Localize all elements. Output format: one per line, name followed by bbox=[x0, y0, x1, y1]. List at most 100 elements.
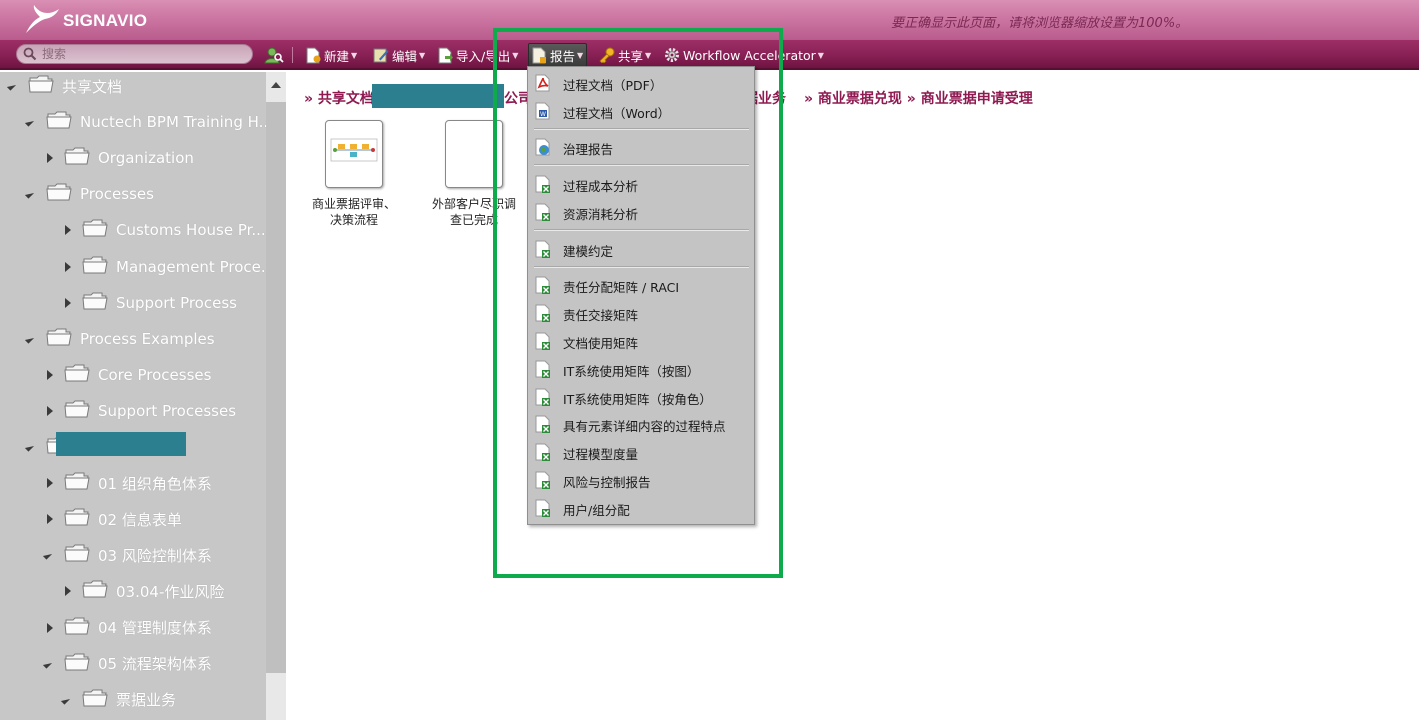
workflow-accelerator-button[interactable]: Workflow Accelerator ▼ bbox=[661, 44, 827, 66]
expanded-arrow-icon[interactable] bbox=[26, 188, 38, 200]
report-menu-item[interactable]: 用户/组分配 bbox=[528, 496, 754, 520]
report-icon bbox=[532, 47, 546, 63]
breadcrumb-separator: » bbox=[906, 91, 916, 107]
document-tile[interactable]: 商业票据评审、 决策流程 bbox=[304, 120, 404, 228]
caption-line: 外部客户尽职调 bbox=[431, 197, 516, 211]
menu-separator bbox=[534, 164, 749, 166]
import-export-icon bbox=[438, 47, 453, 63]
report-menu-item[interactable]: 过程模型度量 bbox=[528, 440, 754, 464]
collapsed-arrow-icon[interactable] bbox=[44, 405, 56, 417]
tree-item[interactable]: 票据业务 bbox=[62, 687, 176, 713]
tree-item[interactable]: Management Proce... bbox=[62, 254, 266, 280]
collapsed-arrow-icon[interactable] bbox=[44, 152, 56, 164]
share-button[interactable]: 共享 ▼ bbox=[596, 44, 654, 66]
folder-icon bbox=[82, 689, 108, 707]
collapsed-arrow-icon[interactable] bbox=[44, 477, 56, 489]
tree-item[interactable]: 04 管理制度体系 bbox=[44, 615, 212, 641]
expanded-arrow-icon[interactable] bbox=[26, 441, 38, 453]
search-input[interactable] bbox=[42, 46, 242, 62]
tree-item[interactable]: 03.04-作业风险 bbox=[62, 578, 224, 604]
tree-item[interactable]: Processes bbox=[26, 181, 154, 207]
tree-item[interactable]: Nuctech BPM Training H... bbox=[26, 109, 266, 135]
folder-icon bbox=[64, 617, 90, 634]
report-menu-item[interactable]: 建模约定 bbox=[528, 237, 754, 261]
document-caption: 商业票据评审、 决策流程 bbox=[304, 196, 404, 228]
excel-icon bbox=[534, 276, 552, 294]
tree-item[interactable]: Support Processes bbox=[44, 398, 236, 424]
report-menu-item[interactable]: IT系统使用矩阵（按角色） bbox=[528, 385, 754, 409]
breadcrumb-item-current[interactable]: 商业票据申请受理 bbox=[921, 91, 1033, 107]
tree-item[interactable]: Core Processes bbox=[44, 362, 211, 388]
svg-text:W: W bbox=[540, 111, 546, 118]
search-box[interactable] bbox=[16, 44, 253, 64]
collapsed-arrow-icon[interactable] bbox=[62, 224, 74, 236]
folder-icon bbox=[64, 471, 90, 495]
tree-item[interactable]: 共享文档 bbox=[8, 73, 122, 99]
scrollbar-thumb[interactable] bbox=[266, 102, 286, 673]
key-icon bbox=[599, 47, 615, 63]
collapsed-arrow-icon[interactable] bbox=[44, 369, 56, 381]
edit-button[interactable]: 编辑 ▼ bbox=[370, 44, 428, 66]
tree-item[interactable]: Organization bbox=[44, 145, 194, 171]
chevron-down-icon: ▼ bbox=[577, 50, 584, 60]
folder-icon bbox=[28, 75, 54, 93]
breadcrumb-item-shared-docs[interactable]: 共享文档 bbox=[318, 91, 374, 107]
collapsed-arrow-icon[interactable] bbox=[44, 622, 56, 634]
collapsed-arrow-icon[interactable] bbox=[62, 585, 74, 597]
breadcrumb-item-redemption[interactable]: 商业票据兑现 bbox=[818, 91, 902, 107]
report-menu-item[interactable]: W 过程文档（Word） bbox=[528, 99, 754, 123]
folder-icon bbox=[46, 182, 72, 206]
breadcrumb-separator: » bbox=[804, 91, 814, 107]
folder-icon bbox=[64, 508, 90, 526]
report-menu-item[interactable]: 具有元素详细内容的过程特点 bbox=[528, 412, 754, 436]
report-menu-item[interactable]: 过程文档（PDF） bbox=[528, 71, 754, 95]
report-menu-item[interactable]: 责任分配矩阵 / RACI bbox=[528, 273, 754, 297]
folder-icon bbox=[82, 291, 108, 315]
app-header: SIGNAVIO 要正确显示此页面，请将浏览器缩放设置为100%。 bbox=[0, 0, 1419, 40]
signavio-logo[interactable]: SIGNAVIO bbox=[24, 3, 147, 35]
import-export-button[interactable]: 导入/导出 ▼ bbox=[435, 44, 521, 66]
report-menu-item[interactable]: 责任交接矩阵 bbox=[528, 301, 754, 325]
tree-item[interactable]: 03 风险控制体系 bbox=[44, 542, 212, 568]
pdf-icon bbox=[534, 74, 552, 92]
zoom-notice: 要正确显示此页面，请将浏览器缩放设置为100%。 bbox=[891, 16, 1189, 31]
expanded-arrow-icon[interactable] bbox=[8, 80, 20, 92]
expanded-arrow-icon[interactable] bbox=[26, 116, 38, 128]
tree-item-label: 05 流程架构体系 bbox=[98, 655, 212, 674]
excel-icon bbox=[534, 415, 552, 433]
report-menu-item[interactable]: 治理报告 bbox=[528, 135, 754, 159]
collapsed-arrow-icon[interactable] bbox=[62, 261, 74, 273]
report-menu-item[interactable]: 资源消耗分析 bbox=[528, 200, 754, 224]
report-button[interactable]: 报告 ▼ bbox=[528, 43, 588, 67]
expanded-arrow-icon[interactable] bbox=[26, 333, 38, 345]
folder-icon bbox=[82, 256, 108, 273]
redaction-block bbox=[56, 432, 186, 456]
tree-item[interactable]: Support Process bbox=[62, 290, 237, 316]
report-menu-item[interactable]: 过程成本分析 bbox=[528, 172, 754, 196]
expanded-arrow-icon[interactable] bbox=[44, 549, 56, 561]
user-search-icon[interactable] bbox=[264, 46, 284, 64]
tree-item[interactable]: 01 组织角色体系 bbox=[44, 470, 212, 496]
folder-icon bbox=[46, 183, 72, 201]
expanded-arrow-icon[interactable] bbox=[44, 658, 56, 670]
report-menu-item[interactable]: 文档使用矩阵 bbox=[528, 329, 754, 353]
sidebar-scrollbar[interactable] bbox=[266, 72, 286, 720]
document-tile[interactable]: 外部客户尽职调 查已完成 bbox=[424, 120, 524, 228]
collapsed-arrow-icon[interactable] bbox=[62, 297, 74, 309]
new-button[interactable]: 新建 ▼ bbox=[303, 44, 360, 66]
scroll-up-arrow-icon[interactable] bbox=[271, 82, 281, 88]
chevron-down-icon: ▼ bbox=[419, 50, 426, 60]
caption-line: 查已完成 bbox=[449, 213, 498, 227]
expanded-arrow-icon[interactable] bbox=[62, 694, 74, 706]
folder-icon bbox=[64, 363, 90, 387]
tree-item[interactable]: 02 信息表单 bbox=[44, 506, 182, 532]
collapsed-arrow-icon[interactable] bbox=[44, 513, 56, 525]
tree-item[interactable]: Customs House Pr... bbox=[62, 217, 266, 243]
excel-icon bbox=[534, 388, 552, 406]
folder-icon bbox=[64, 616, 90, 640]
report-menu-item[interactable]: 风险与控制报告 bbox=[528, 468, 754, 492]
report-menu-item-label: 过程文档（Word） bbox=[563, 106, 671, 121]
tree-item[interactable]: 05 流程架构体系 bbox=[44, 651, 212, 677]
tree-item[interactable]: Process Examples bbox=[26, 326, 215, 352]
report-menu-item[interactable]: IT系统使用矩阵（按图） bbox=[528, 357, 754, 381]
